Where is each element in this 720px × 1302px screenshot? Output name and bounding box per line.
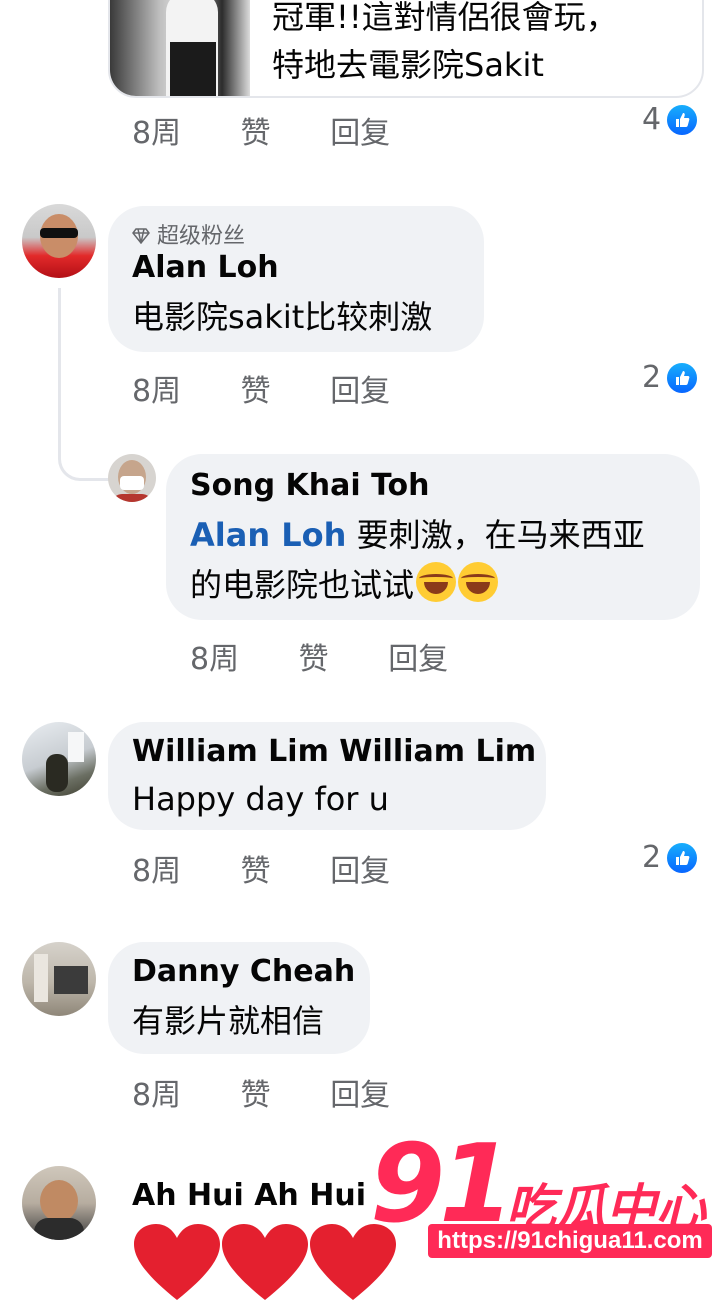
like-reaction-icon (665, 840, 700, 875)
avatar[interactable] (108, 454, 156, 502)
reply-button[interactable]: 回复 (330, 374, 390, 409)
comment-time: 8周 (132, 116, 182, 151)
reaction-summary[interactable]: 2 (642, 840, 700, 875)
diamond-icon (132, 224, 157, 249)
avatar[interactable] (22, 942, 96, 1016)
like-button[interactable]: 赞 (241, 374, 271, 409)
reply-button[interactable]: 回复 (330, 116, 390, 151)
laughing-tears-emoji-icon (458, 562, 499, 602)
commenter-name[interactable]: William Lim William Lim (132, 734, 536, 769)
comment-actions: 8周 赞 回复 (190, 634, 498, 678)
watermark-logo: 91 吃瓜中心 https://91chigua11.com (370, 1122, 720, 1280)
mention-link[interactable]: Alan Loh (190, 516, 346, 554)
like-button[interactable]: 赞 (241, 1078, 271, 1113)
heart-emoji-icon (134, 1224, 220, 1300)
reaction-count: 2 (642, 360, 662, 395)
comment-text: Happy day for u (132, 780, 389, 818)
reaction-summary[interactable]: 4 (642, 102, 700, 137)
laughing-tears-emoji-icon (416, 562, 457, 602)
comment-time: 8周 (132, 374, 182, 409)
comment-text: 电影院sakit比较刺激 (132, 298, 433, 336)
link-title-line1: 冠軍!!這對情侶很會玩， (272, 0, 618, 36)
like-button[interactable]: 赞 (299, 642, 329, 677)
reply-button[interactable]: 回复 (330, 854, 390, 889)
comment-text-line2: 的电影院也试试 (190, 560, 499, 610)
comment-actions: 8周 赞 回复 (132, 366, 440, 410)
comment-text-line1: Alan Loh 要刺激，在马来西亚 (190, 516, 645, 554)
like-button[interactable]: 赞 (241, 854, 271, 889)
comment-actions: 8周 赞 回复 (132, 108, 440, 152)
commenter-name[interactable]: Alan Loh (132, 250, 279, 285)
shared-link-card[interactable]: 冠軍!!這對情侶很會玩， 特地去電影院Sakit (108, 0, 704, 98)
watermark-url: https://91chigua11.com (428, 1224, 712, 1258)
like-reaction-icon (665, 360, 700, 395)
avatar[interactable] (22, 722, 96, 796)
link-thumbnail (110, 0, 250, 96)
comment-time: 8周 (132, 854, 182, 889)
comment-bubble[interactable]: Danny Cheah 有影片就相信 (108, 942, 370, 1054)
reply-button[interactable]: 回复 (330, 1078, 390, 1113)
comment-bubble[interactable]: William Lim William Lim Happy day for u (108, 722, 546, 830)
reaction-summary[interactable]: 2 (642, 360, 700, 395)
comment-bubble[interactable]: 超级粉丝 Alan Loh 电影院sakit比较刺激 (108, 206, 484, 352)
comment-actions: 8周 赞 回复 (132, 846, 440, 890)
thread-connector (58, 288, 113, 481)
comment-actions: 8周 赞 回复 (132, 1070, 440, 1114)
avatar[interactable] (22, 1166, 96, 1240)
commenter-name[interactable]: Ah Hui Ah Hui (132, 1178, 366, 1213)
top-fan-badge: 超级粉丝 (132, 218, 245, 250)
reaction-count: 2 (642, 840, 662, 875)
comment-bubble[interactable]: Song Khai Toh Alan Loh 要刺激，在马来西亚 的电影院也试试 (166, 454, 700, 620)
like-reaction-icon (665, 102, 700, 137)
avatar[interactable] (22, 204, 96, 278)
comment-time: 8周 (190, 642, 240, 677)
reaction-count: 4 (642, 102, 662, 137)
commenter-name[interactable]: Danny Cheah (132, 954, 355, 989)
like-button[interactable]: 赞 (241, 116, 271, 151)
comment-time: 8周 (132, 1078, 182, 1113)
reply-button[interactable]: 回复 (388, 642, 448, 677)
link-title-line2: 特地去電影院Sakit (272, 46, 544, 84)
heart-emoji-icon (222, 1224, 308, 1300)
comment-text: 有影片就相信 (132, 1002, 325, 1040)
commenter-name[interactable]: Song Khai Toh (190, 468, 430, 503)
